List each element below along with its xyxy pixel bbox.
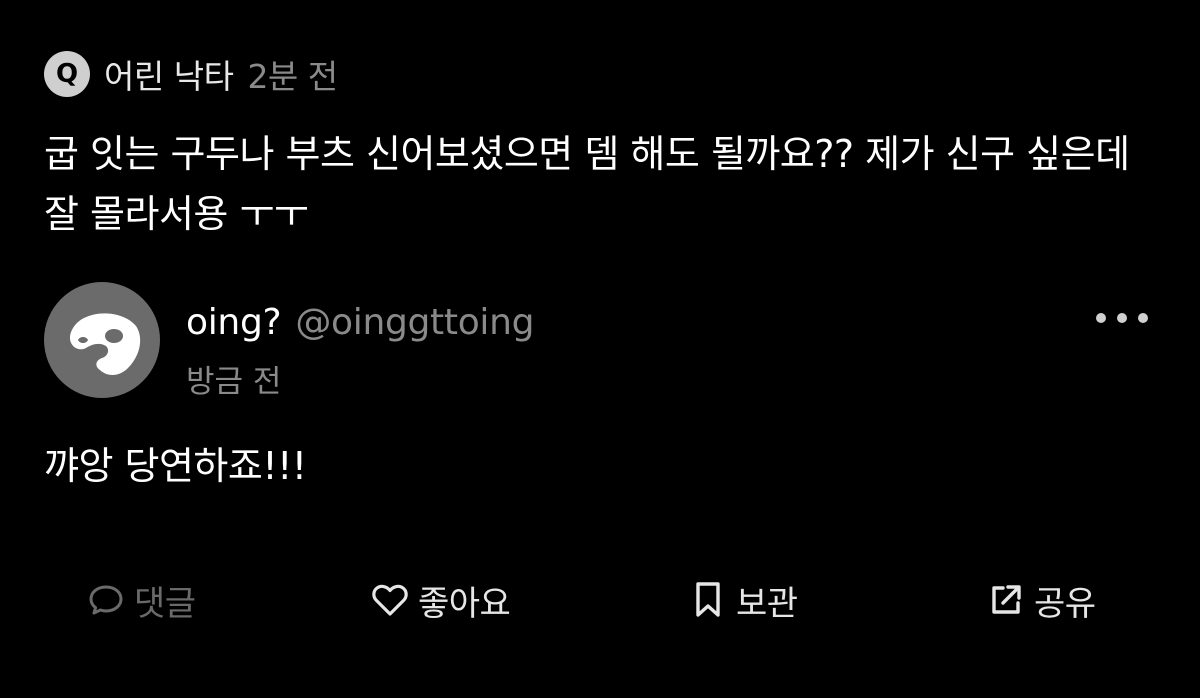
more-dot: [1117, 313, 1127, 323]
more-options-button[interactable]: [1096, 304, 1148, 332]
speech-bubble-icon: [86, 580, 126, 620]
avatar[interactable]: [44, 282, 160, 398]
external-share-icon: [986, 580, 1026, 620]
like-label: 좋아요: [418, 583, 511, 624]
answer-author-row: oing? @oinggttoing: [186, 302, 534, 343]
answer-handle[interactable]: @oinggttoing: [295, 302, 534, 343]
question-badge: Q: [44, 51, 90, 97]
heart-icon: [370, 580, 410, 620]
answer-time: 방금 전: [186, 364, 282, 400]
answer-display-name[interactable]: oing?: [186, 302, 282, 343]
like-button[interactable]: 좋아요: [370, 574, 511, 626]
answer-text: 꺄앙 당연하죠!!!: [44, 444, 307, 488]
share-label: 공유: [1034, 583, 1096, 624]
question-time: 2분 전: [247, 57, 338, 96]
save-button[interactable]: 보관: [688, 574, 798, 626]
comment-button[interactable]: 댓글: [86, 574, 196, 626]
comment-label: 댓글: [134, 583, 196, 624]
share-button[interactable]: 공유: [986, 574, 1096, 626]
save-label: 보관: [736, 583, 798, 624]
question-author[interactable]: 어린 낙타: [104, 50, 234, 98]
question-header: Q 어린 낙타 2분 전: [44, 50, 338, 98]
bookmark-icon: [688, 580, 728, 620]
panda-avatar-icon: [70, 313, 141, 375]
more-dot: [1138, 313, 1148, 323]
more-dots-icon: [1096, 313, 1106, 323]
question-text: 굽 잇는 구두나 부츠 신어보셨으면 뎀 해도 될까요?? 제가 신구 싶은데 …: [44, 132, 1130, 236]
